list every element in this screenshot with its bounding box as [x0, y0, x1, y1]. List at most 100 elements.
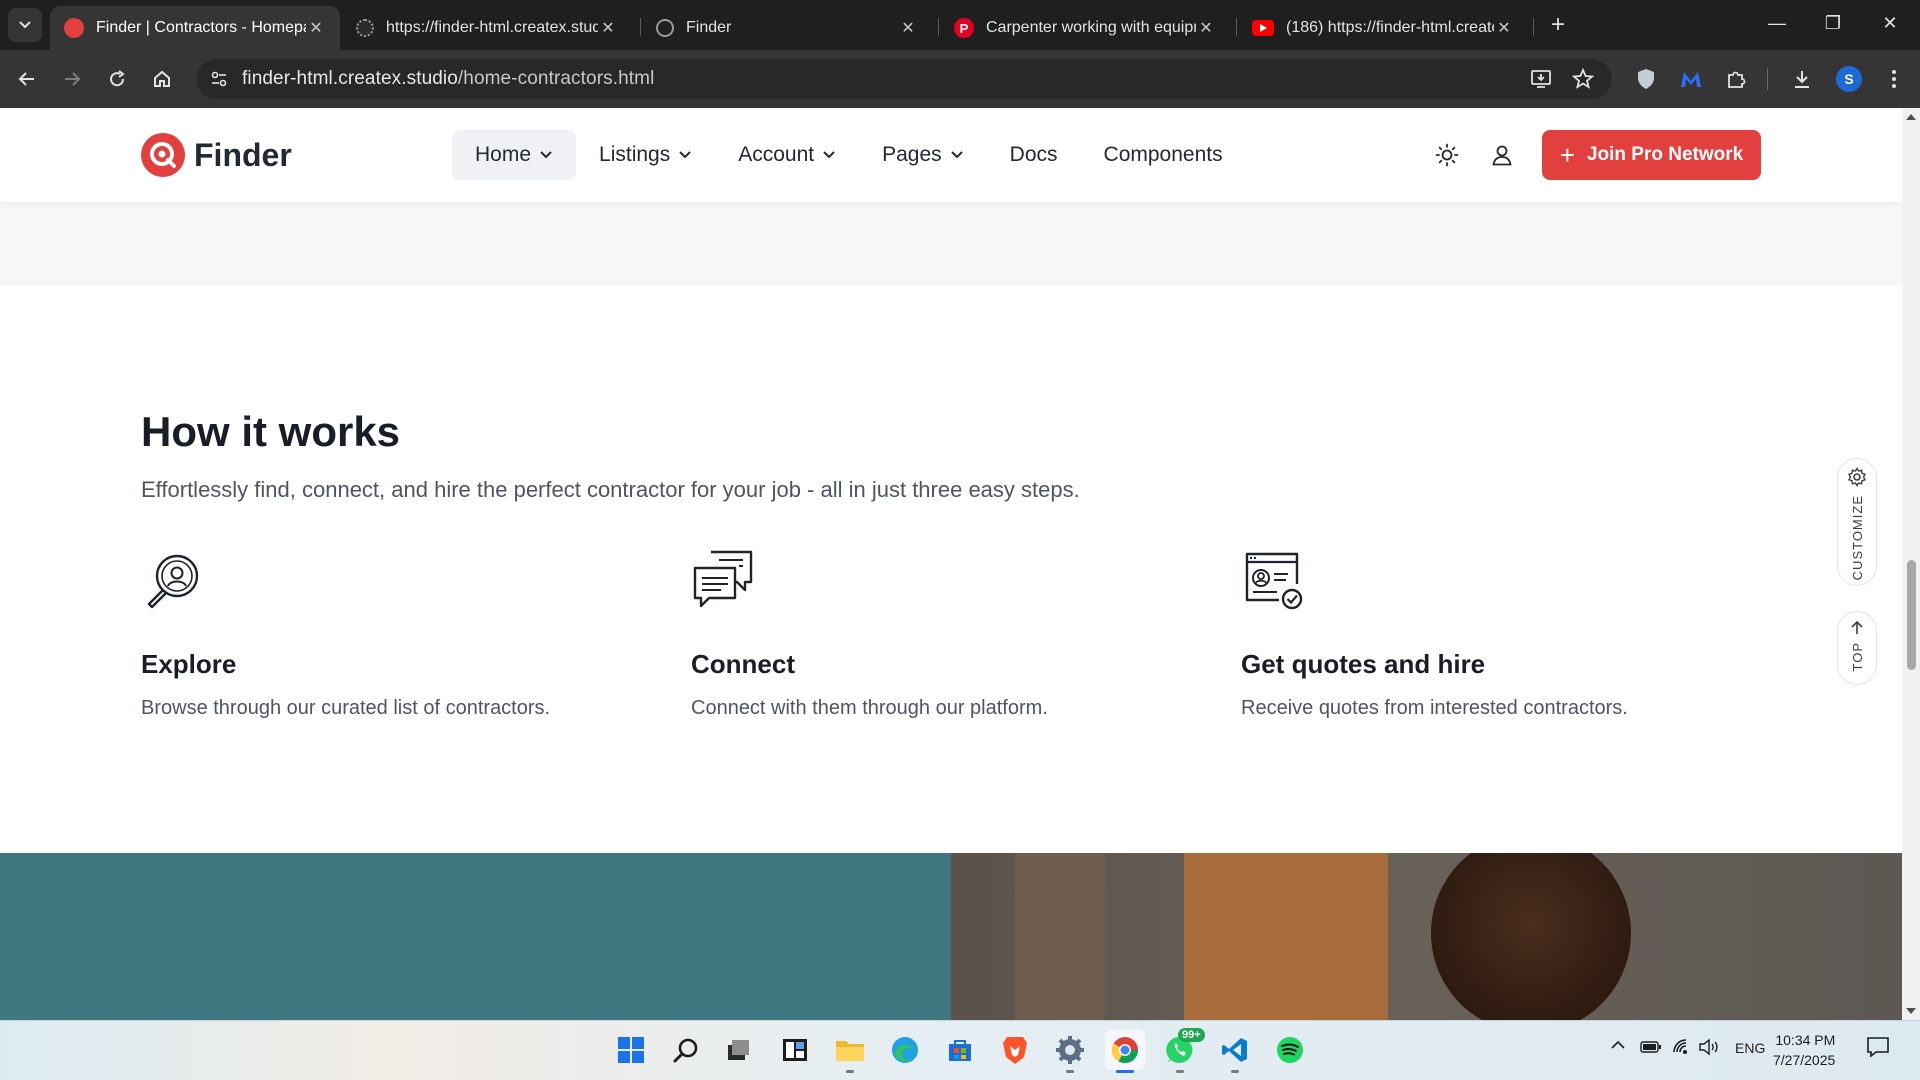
page-scrollbar[interactable] — [1902, 108, 1920, 1020]
extensions-puzzle-icon[interactable] — [1720, 63, 1752, 95]
start-button[interactable] — [611, 1030, 651, 1070]
malwarebytes-extension-icon[interactable] — [1675, 63, 1707, 95]
search-profile-icon — [147, 554, 199, 609]
running-indicator — [1066, 1070, 1074, 1073]
join-pro-network-button[interactable]: + Join Pro Network — [1542, 130, 1761, 180]
scroll-thumb[interactable] — [1907, 560, 1916, 670]
nav-item-account[interactable]: Account — [715, 130, 859, 180]
plus-icon: + — [1559, 140, 1575, 170]
site-header: Finder Home Listings Account Pages Docs — [0, 108, 1902, 202]
close-window-button[interactable]: ✕ — [1870, 8, 1910, 38]
vscode-button[interactable] — [1215, 1030, 1255, 1070]
folder-icon — [836, 1041, 864, 1061]
nav-item-listings[interactable]: Listings — [576, 130, 715, 180]
store-icon — [949, 1040, 971, 1061]
settings-app-button[interactable] — [1050, 1030, 1090, 1070]
tab-finder-contractors[interactable]: Finder | Contractors - Homepage ✕ — [50, 6, 340, 50]
volume-icon[interactable] — [1698, 1038, 1720, 1060]
notifications-button[interactable] — [1866, 1036, 1890, 1062]
url-host: finder-html.createx.studio — [242, 68, 458, 89]
address-bar[interactable]: finder-html.createx.studio/home-contract… — [196, 59, 1612, 99]
arrow-up-icon — [1851, 620, 1863, 634]
contractor-photo — [951, 853, 1902, 1020]
step-description: Connect with them through our platform. — [691, 697, 1048, 719]
arrow-left-icon — [18, 72, 34, 86]
section-subtitle: Effortlessly find, connect, and hire the… — [141, 477, 1080, 502]
edge-icon — [892, 1037, 918, 1063]
language-indicator[interactable]: ENG — [1735, 1040, 1765, 1056]
close-icon[interactable]: ✕ — [1494, 18, 1514, 38]
tab-separator — [938, 18, 939, 36]
home-button[interactable] — [147, 64, 177, 94]
taskbar-search-button[interactable] — [666, 1030, 706, 1070]
file-explorer-button[interactable] — [830, 1030, 870, 1070]
restore-button[interactable]: ❐ — [1813, 8, 1853, 38]
step-title: Get quotes and hire — [1241, 649, 1486, 679]
tab-youtube[interactable]: (186) https://finder-html.createx.studio… — [1238, 6, 1528, 50]
show-hidden-icons-button[interactable] — [1609, 1038, 1627, 1056]
tab-search-button[interactable] — [8, 8, 42, 42]
url-text: finder-html.createx.studio/home-contract… — [242, 68, 654, 90]
widgets-button[interactable] — [775, 1030, 815, 1070]
microsoft-store-button[interactable] — [940, 1030, 980, 1070]
nav-item-docs[interactable]: Docs — [987, 130, 1081, 180]
main-nav: Home Listings Account Pages Docs Compone… — [452, 130, 1246, 180]
toolbar-divider — [1767, 68, 1768, 90]
install-app-icon[interactable] — [1530, 68, 1552, 95]
chrome-button[interactable] — [1105, 1030, 1145, 1070]
scroll-down-arrow-icon[interactable] — [1902, 1004, 1920, 1018]
close-icon[interactable]: ✕ — [598, 18, 618, 38]
vscode-icon — [1222, 1038, 1247, 1062]
windows-logo-icon — [618, 1037, 644, 1063]
tab-pinterest[interactable]: P Carpenter working with equipment ✕ — [940, 6, 1230, 50]
downloads-icon[interactable] — [1786, 63, 1818, 95]
tab-finder[interactable]: Finder ✕ — [642, 6, 932, 50]
back-button[interactable] — [12, 64, 42, 94]
edge-button[interactable] — [885, 1030, 925, 1070]
photo-wood-post — [1015, 853, 1105, 1020]
minimize-button[interactable]: — — [1757, 8, 1797, 38]
nav-label: Listings — [599, 143, 671, 166]
chevron-down-icon — [19, 21, 31, 29]
arrow-right-icon — [65, 72, 81, 86]
top-label: TOP — [1849, 642, 1865, 672]
close-icon[interactable]: ✕ — [898, 18, 918, 38]
spotify-button[interactable] — [1270, 1030, 1310, 1070]
shield-extension-icon[interactable] — [1630, 63, 1662, 95]
step-explore: Explore Browse through our curated list … — [141, 548, 641, 720]
close-icon[interactable]: ✕ — [1196, 18, 1216, 38]
reload-button[interactable] — [102, 64, 132, 94]
clock-time: 10:34 PM — [1775, 1032, 1836, 1048]
finder-logo-icon — [64, 18, 84, 38]
browser-menu-icon[interactable] — [1878, 63, 1910, 95]
whatsapp-button[interactable]: 99+ — [1160, 1028, 1205, 1070]
wifi-icon[interactable] — [1672, 1038, 1692, 1060]
nav-item-home[interactable]: Home — [452, 130, 577, 180]
site-info-icon[interactable] — [210, 70, 228, 93]
site-logo[interactable]: Finder — [141, 133, 292, 177]
step-description: Receive quotes from interested contracto… — [1241, 697, 1628, 719]
theme-toggle-button[interactable] — [1431, 139, 1463, 171]
nav-label: Pages — [882, 143, 942, 166]
close-icon[interactable]: ✕ — [306, 18, 326, 38]
step-get-quotes: Get quotes and hire Receive quotes from … — [1241, 548, 1741, 720]
nav-item-pages[interactable]: Pages — [859, 130, 987, 180]
profile-avatar[interactable]: S — [1836, 66, 1862, 92]
taskbar-clock[interactable]: 10:34 PM 7/27/2025 — [1773, 1030, 1835, 1070]
task-view-button[interactable] — [718, 1030, 758, 1070]
nav-item-components[interactable]: Components — [1081, 130, 1246, 180]
battery-icon[interactable] — [1640, 1040, 1662, 1058]
forward-button[interactable] — [57, 64, 87, 94]
brave-button[interactable] — [995, 1030, 1035, 1070]
step-description: Browse through our curated list of contr… — [141, 697, 551, 719]
tab-createx-site[interactable]: https://finder-html.createx.studio ✕ — [342, 6, 632, 50]
tab-separator — [1533, 18, 1534, 36]
back-to-top-button[interactable]: TOP — [1837, 611, 1877, 685]
step-title: Explore — [141, 649, 237, 679]
new-tab-button[interactable]: + — [1543, 10, 1573, 40]
account-button[interactable] — [1486, 139, 1518, 171]
bookmark-star-icon[interactable] — [1571, 67, 1595, 95]
tab-title: Finder — [686, 19, 732, 36]
scroll-up-arrow-icon[interactable] — [1902, 110, 1920, 124]
customize-button[interactable]: CUSTOMIZE — [1837, 458, 1877, 586]
